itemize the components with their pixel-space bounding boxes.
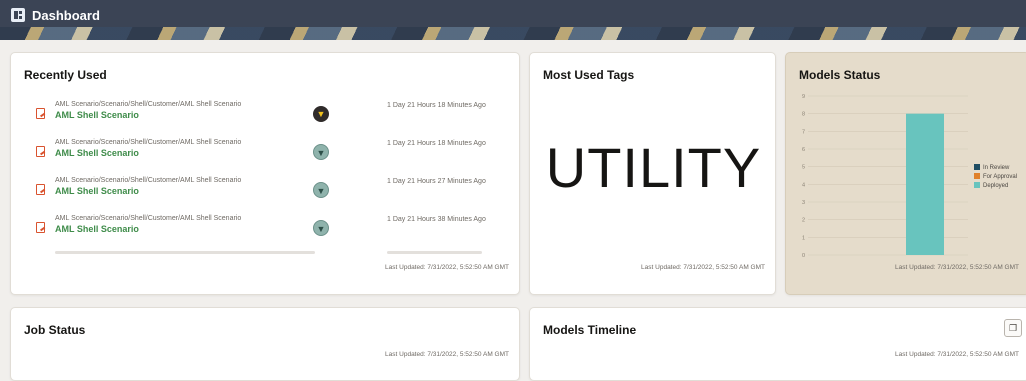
last-updated: Last Updated: 7/31/2022, 5:52:50 AM GMT: [895, 351, 1019, 358]
y-tick-label: 5: [802, 165, 805, 171]
list-item[interactable]: AML Scenario/Scenario/Shell/Customer/AML…: [11, 174, 511, 212]
item-name[interactable]: AML Shell Scenario: [55, 110, 139, 120]
y-tick-label: 3: [802, 200, 805, 206]
models-status-chart: 0 1 2 3 4 5 6 7 8 9 In Review For Approval Deployed: [802, 94, 1017, 259]
item-path: AML Scenario/Scenario/Shell/Customer/AML…: [55, 177, 242, 184]
list-item-cutoff-time: [387, 251, 482, 254]
y-tick-label: 9: [802, 94, 805, 100]
last-updated: Last Updated: 7/31/2022, 5:52:50 AM GMT: [385, 264, 509, 271]
legend-swatch: [974, 164, 980, 170]
y-tick-label: 1: [802, 235, 805, 241]
recently-used-card: Recently Used AML Scenario/Scenario/Shel…: [10, 52, 520, 295]
last-updated: Last Updated: 7/31/2022, 5:52:50 AM GMT: [895, 264, 1019, 271]
job-status-card: Job Status Last Updated: 7/31/2022, 5:52…: [10, 307, 520, 381]
item-name[interactable]: AML Shell Scenario: [55, 148, 139, 158]
item-time: 1 Day 21 Hours 18 Minutes Ago: [387, 102, 486, 109]
y-tick-label: 0: [802, 253, 805, 259]
bar-deployed: [906, 113, 944, 255]
item-path: AML Scenario/Scenario/Shell/Customer/AML…: [55, 101, 242, 108]
file-edit-icon: [36, 184, 45, 195]
legend-label: Deployed: [983, 183, 1008, 189]
legend-swatch: [974, 182, 980, 188]
models-timeline-card: Models Timeline ❐ Last Updated: 7/31/202…: [529, 307, 1026, 381]
list-item[interactable]: AML Scenario/Scenario/Shell/Customer/AML…: [11, 98, 511, 136]
copy-icon[interactable]: ❐: [1004, 319, 1022, 337]
job-status-title: Job Status: [24, 323, 86, 337]
y-tick-label: 6: [802, 147, 805, 153]
trophy-icon: ▼: [313, 220, 329, 236]
y-tick-label: 4: [802, 182, 805, 188]
item-path: AML Scenario/Scenario/Shell/Customer/AML…: [55, 215, 242, 222]
trophy-icon: ▼: [313, 144, 329, 160]
page-title: Dashboard: [32, 8, 100, 23]
header-pattern: [0, 27, 1026, 40]
last-updated: Last Updated: 7/31/2022, 5:52:50 AM GMT: [641, 264, 765, 271]
item-name[interactable]: AML Shell Scenario: [55, 224, 139, 234]
item-name[interactable]: AML Shell Scenario: [55, 186, 139, 196]
y-tick-label: 7: [802, 129, 805, 135]
models-status-card: Models Status 0 1 2 3 4 5 6 7 8 9 In Review For App…: [785, 52, 1026, 295]
item-time: 1 Day 21 Hours 18 Minutes Ago: [387, 140, 486, 147]
list-item[interactable]: AML Scenario/Scenario/Shell/Customer/AML…: [11, 212, 511, 250]
list-item[interactable]: AML Scenario/Scenario/Shell/Customer/AML…: [11, 136, 511, 174]
last-updated: Last Updated: 7/31/2022, 5:52:50 AM GMT: [385, 351, 509, 358]
most-used-tags-card: Most Used Tags UTILITY Last Updated: 7/3…: [529, 52, 776, 295]
dashboard-grid-icon: [11, 8, 25, 22]
legend-label: For Approval: [983, 174, 1017, 180]
recently-used-title: Recently Used: [24, 68, 107, 82]
y-tick-label: 2: [802, 218, 805, 224]
header-bar: Dashboard: [0, 0, 1026, 40]
y-tick-label: 8: [802, 112, 805, 118]
trophy-icon: ▼: [313, 106, 329, 122]
item-path: AML Scenario/Scenario/Shell/Customer/AML…: [55, 139, 242, 146]
legend-swatch: [974, 173, 980, 179]
file-edit-icon: [36, 222, 45, 233]
item-time: 1 Day 21 Hours 38 Minutes Ago: [387, 216, 486, 223]
file-edit-icon: [36, 108, 45, 119]
legend-label: In Review: [983, 165, 1010, 171]
tag-utility[interactable]: UTILITY: [530, 135, 775, 200]
trophy-icon: ▼: [313, 182, 329, 198]
file-edit-icon: [36, 146, 45, 157]
item-time: 1 Day 21 Hours 27 Minutes Ago: [387, 178, 486, 185]
models-timeline-title: Models Timeline: [543, 323, 637, 337]
list-item-cutoff: [55, 251, 315, 254]
most-used-tags-title: Most Used Tags: [543, 68, 635, 82]
